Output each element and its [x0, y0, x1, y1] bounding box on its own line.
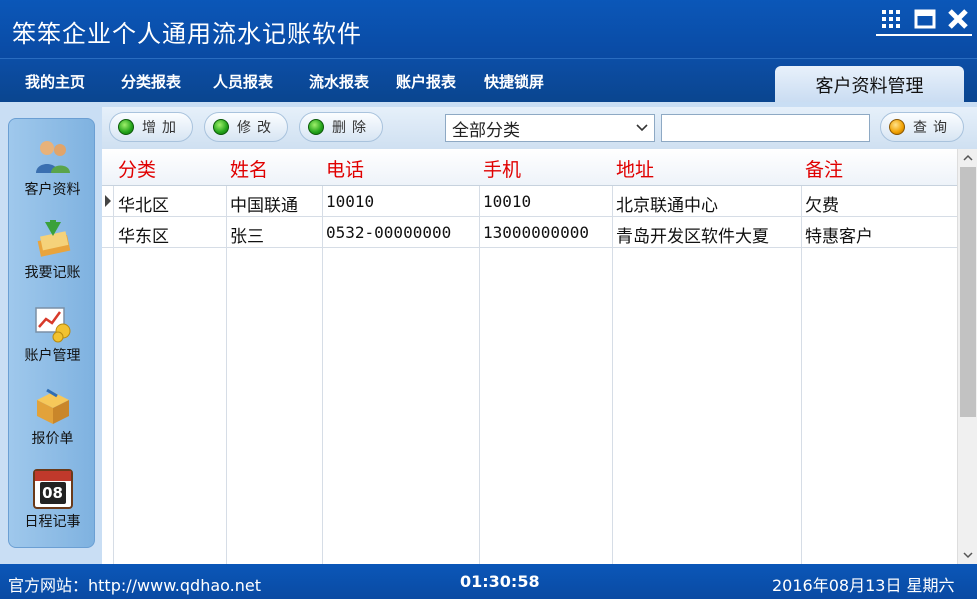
delete-button[interactable]: 删除: [299, 112, 383, 142]
window-controls-underline: [876, 34, 972, 36]
table-row[interactable]: 华北区 中国联通 10010 10010 北京联通中心 欠费: [102, 186, 957, 217]
edit-button[interactable]: 修改: [204, 112, 288, 142]
sidebar-item-quotation[interactable]: 报价单: [9, 382, 96, 462]
query-button[interactable]: 查询: [880, 112, 964, 142]
column-header-name[interactable]: 姓名: [230, 155, 268, 182]
sidebar-item-label: 账户管理: [24, 348, 81, 364]
green-dot-icon: [308, 119, 324, 135]
title-bar: 笨笨企业个人通用流水记账软件: [0, 0, 977, 58]
nav-item-quick-lock[interactable]: 快捷锁屏: [484, 71, 544, 92]
nav-item-home[interactable]: 我的主页: [25, 71, 85, 92]
column-header-mobile[interactable]: 手机: [483, 155, 521, 182]
vertical-scrollbar[interactable]: [957, 149, 977, 564]
green-dot-icon: [118, 119, 134, 135]
nav-item-person-report[interactable]: 人员报表: [213, 71, 273, 92]
column-header-address[interactable]: 地址: [616, 155, 654, 182]
sidebar-item-label: 客户资料: [24, 182, 81, 198]
official-website-text: 官方网站：http://www.qdhao.net: [8, 576, 262, 595]
column-header-note[interactable]: 备注: [805, 155, 843, 182]
add-button[interactable]: 增加: [109, 112, 193, 142]
current-date: 2016年08月13日 星期六: [772, 576, 955, 595]
sidebar-item-label: 我要记账: [24, 265, 81, 281]
sidebar: 客户资料 我要记账 账户管理 报价单 08 日程记事: [8, 118, 95, 548]
orange-dot-icon: [889, 119, 905, 135]
sidebar-item-label: 报价单: [31, 431, 74, 447]
sidebar-item-customers[interactable]: 客户资料: [9, 133, 96, 213]
scroll-up-icon[interactable]: [958, 149, 977, 167]
close-icon[interactable]: [945, 6, 971, 32]
sidebar-item-label: 日程记事: [24, 514, 81, 530]
app-title: 笨笨企业个人通用流水记账软件: [12, 20, 362, 48]
sidebar-item-bookkeeping[interactable]: 我要记账: [9, 216, 96, 296]
account-chart-icon: [34, 307, 70, 343]
sidebar-item-schedule[interactable]: 08 日程记事: [9, 465, 96, 545]
calendar-day: 08: [39, 482, 66, 504]
nav-item-flow-report[interactable]: 流水报表: [309, 71, 369, 92]
toolbar: 增加 修改 删除 全部分类 查询: [102, 107, 977, 149]
scroll-down-icon[interactable]: [958, 546, 977, 564]
status-bar: 官方网站：http://www.qdhao.net 01:30:58 2016年…: [0, 564, 977, 599]
clock-time: 01:30:58: [460, 572, 540, 591]
tab-customer-management[interactable]: 客户资料管理: [775, 66, 964, 103]
chevron-down-icon: [636, 119, 648, 140]
customer-table: 分类 姓名 电话 手机 地址 备注 华北区 中国联通 10010 10010 北…: [102, 149, 977, 564]
search-input[interactable]: [661, 114, 870, 142]
package-icon: [36, 388, 69, 424]
sidebar-item-accounts[interactable]: 账户管理: [9, 299, 96, 379]
customers-icon: [35, 141, 70, 173]
green-dot-icon: [213, 119, 229, 135]
nav-item-account-report[interactable]: 账户报表: [396, 71, 456, 92]
table-row[interactable]: 华东区 张三 0532-00000000 13000000000 青岛开发区软件…: [102, 217, 957, 248]
calendar-icon: 08: [32, 469, 73, 509]
category-select[interactable]: 全部分类: [445, 114, 655, 142]
column-header-category[interactable]: 分类: [118, 155, 156, 182]
scrollbar-thumb[interactable]: [960, 167, 976, 417]
bookkeeping-icon: [37, 220, 70, 257]
menu-grid-icon[interactable]: [878, 6, 904, 32]
maximize-icon[interactable]: [912, 6, 938, 32]
main-area: 客户资料 我要记账 账户管理 报价单 08 日程记事 增加 修改 删除 全部分类…: [0, 102, 977, 564]
table-header: 分类 姓名 电话 手机 地址 备注: [102, 149, 957, 186]
nav-item-category-report[interactable]: 分类报表: [121, 71, 181, 92]
column-header-phone[interactable]: 电话: [326, 155, 364, 182]
current-row-arrow-icon: [105, 195, 111, 207]
